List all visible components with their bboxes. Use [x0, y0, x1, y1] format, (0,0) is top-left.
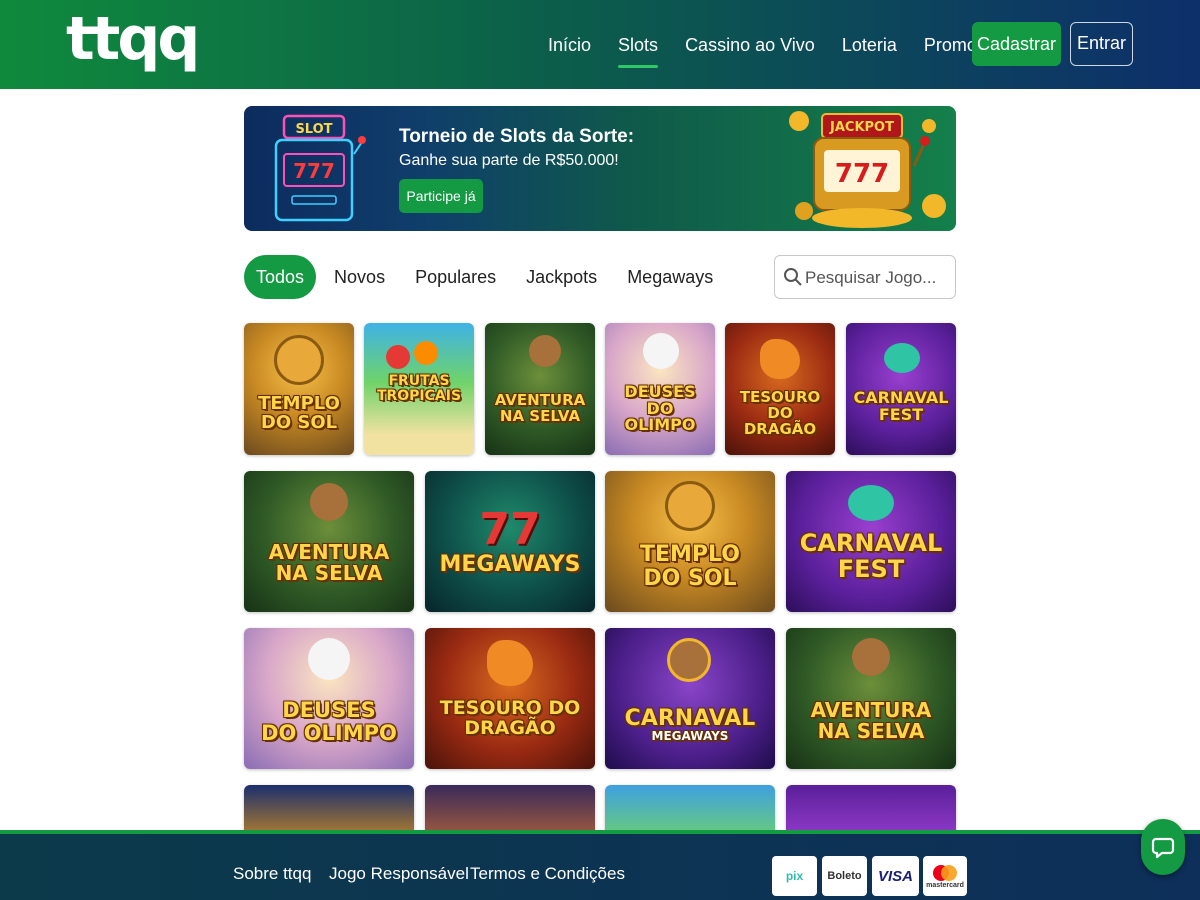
zeus-icon	[308, 638, 350, 680]
game-title-line2: MEGAWAYS	[651, 728, 729, 743]
game-tile-carnaval-megaways[interactable]: CARNAVAL MEGAWAYS	[605, 628, 775, 769]
game-search	[774, 255, 956, 299]
game-title-line1: TEMPLO	[640, 542, 740, 568]
filter-jackpots[interactable]: Jackpots	[526, 255, 597, 299]
svg-text:777: 777	[293, 159, 335, 183]
game-title-line2: MEGAWAYS	[439, 552, 581, 578]
nav-slots[interactable]: Slots	[618, 25, 659, 68]
nav-cassino-ao-vivo[interactable]: Cassino ao Vivo	[685, 25, 815, 65]
game-tile-templo-do-sol[interactable]: TEMPLO DO SOL	[244, 323, 354, 455]
filter-todos[interactable]: Todos	[244, 255, 317, 299]
game-tile-aventura-na-selva[interactable]: AVENTURA NA SELVA	[485, 323, 595, 455]
site-logo[interactable]: ttqq	[66, 4, 200, 74]
explorer-icon	[529, 335, 561, 367]
footer-link-jogo-responsavel[interactable]: Jogo Responsável	[329, 864, 469, 884]
game-filters: Todos Novos Populares Jackpots Megaways	[244, 255, 743, 299]
game-title-line2: DRAGÃO	[464, 716, 556, 739]
boleto-icon: Boleto	[822, 856, 867, 896]
nav-loteria[interactable]: Loteria	[842, 25, 897, 65]
mastercard-circles-icon	[933, 864, 957, 881]
jackpot-machine-icon: JACKPOT 777	[789, 111, 946, 228]
filter-megaways[interactable]: Megaways	[627, 255, 713, 299]
main-nav: Início Slots Cassino ao Vivo Loteria Pro…	[548, 0, 1042, 89]
visa-icon: VISA	[872, 856, 919, 896]
promo-banner[interactable]: SLOT 777 Torneio de Slots da Sorte: Ganh…	[244, 106, 956, 231]
game-title-line2: FEST	[837, 554, 905, 583]
game-title-line1: 77	[479, 503, 541, 555]
sun-mask-icon	[665, 481, 715, 531]
carnival-mask-icon	[884, 343, 920, 373]
game-title-line2: NA SELVA	[275, 560, 383, 585]
svg-text:777: 777	[835, 159, 889, 189]
game-title-line2: DO OLIMPO	[624, 398, 696, 435]
game-tile-carnaval-fest[interactable]: CARNAVAL FEST	[786, 471, 956, 612]
game-title-line2: FEST	[878, 405, 924, 424]
site-footer: Sobre ttqq Jogo Responsável Termos e Con…	[0, 830, 1200, 900]
performer-icon	[667, 638, 711, 682]
game-tile-deuses-do-olimpo[interactable]: DEUSES DO OLIMPO	[605, 323, 715, 455]
carnival-mask-icon	[848, 485, 894, 521]
sun-mask-icon	[274, 335, 324, 385]
dragon-icon	[487, 640, 533, 686]
svg-text:JACKPOT: JACKPOT	[829, 120, 894, 135]
game-tile-77-megaways[interactable]: 77 MEGAWAYS	[425, 471, 595, 612]
mastercard-label: mastercard	[926, 881, 964, 889]
game-tile-aventura-na-selva[interactable]: AVENTURA NA SELVA	[244, 471, 414, 612]
game-title-line2: DO OLIMPO	[261, 720, 397, 745]
nav-inicio[interactable]: Início	[548, 25, 591, 65]
search-icon	[784, 268, 802, 286]
svg-text:SLOT: SLOT	[295, 122, 332, 137]
game-title-line2: DO SOL	[643, 565, 737, 591]
game-tile-frutas-tropicais[interactable]: FRUTAS TROPICAIS	[364, 323, 474, 455]
game-title-line1: AVENTURA	[810, 697, 932, 722]
register-button[interactable]: Cadastrar	[972, 22, 1061, 66]
game-title-line1: TESOURO DO	[439, 696, 581, 719]
game-tile-tesouro-do-dragao[interactable]: TESOURO DO DRAGÃO	[725, 323, 835, 455]
game-title-line2: DO DRAGÃO	[743, 404, 817, 438]
game-tile-aventura-na-selva[interactable]: AVENTURA NA SELVA	[786, 628, 956, 769]
filter-populares[interactable]: Populares	[415, 255, 496, 299]
mastercard-icon: mastercard	[923, 856, 967, 896]
filter-novos[interactable]: Novos	[334, 255, 385, 299]
fruit-icon	[386, 345, 410, 369]
game-title-line2: TROPICAIS	[376, 388, 462, 404]
game-tile-templo-do-sol[interactable]: TEMPLO DO SOL	[605, 471, 775, 612]
banner-title: Torneio de Slots da Sorte:	[399, 126, 635, 147]
footer-link-termos[interactable]: Termos e Condições	[470, 864, 625, 884]
game-title-line2: DO SOL	[260, 412, 338, 433]
explorer-icon	[852, 638, 890, 676]
game-tile-carnaval-fest[interactable]: CARNAVAL FEST	[846, 323, 956, 455]
game-title-line2: NA SELVA	[817, 718, 925, 743]
game-title-line1: CARNAVAL	[799, 529, 943, 558]
game-title-line2: NA SELVA	[499, 407, 581, 425]
chat-bubble-icon	[1151, 837, 1175, 859]
game-title-line1: AVENTURA	[268, 539, 390, 564]
game-tile-deuses-do-olimpo[interactable]: DEUSES DO OLIMPO	[244, 628, 414, 769]
game-title-line1: DEUSES	[282, 698, 376, 723]
zeus-icon	[643, 333, 679, 369]
search-input[interactable]	[805, 264, 950, 292]
footer-link-sobre[interactable]: Sobre ttqq	[233, 864, 311, 884]
banner-subtitle: Ganhe sua parte de R$50.000!	[399, 152, 619, 169]
neon-slot-machine-icon: SLOT 777	[274, 114, 366, 222]
participate-button[interactable]: Participe já	[399, 179, 483, 213]
dragon-icon	[760, 339, 800, 379]
login-button[interactable]: Entrar	[1070, 22, 1133, 66]
game-title-line1: CARNAVAL	[624, 705, 756, 731]
orange-icon	[414, 341, 438, 365]
game-title-line1: FRUTAS	[388, 373, 450, 390]
pix-icon: pix	[772, 856, 817, 896]
game-tile-tesouro-do-dragao[interactable]: TESOURO DO DRAGÃO	[425, 628, 595, 769]
explorer-icon	[310, 483, 348, 521]
chat-button[interactable]	[1141, 819, 1185, 875]
site-header: ttqq Início Slots Cassino ao Vivo Loteri…	[0, 0, 1200, 89]
